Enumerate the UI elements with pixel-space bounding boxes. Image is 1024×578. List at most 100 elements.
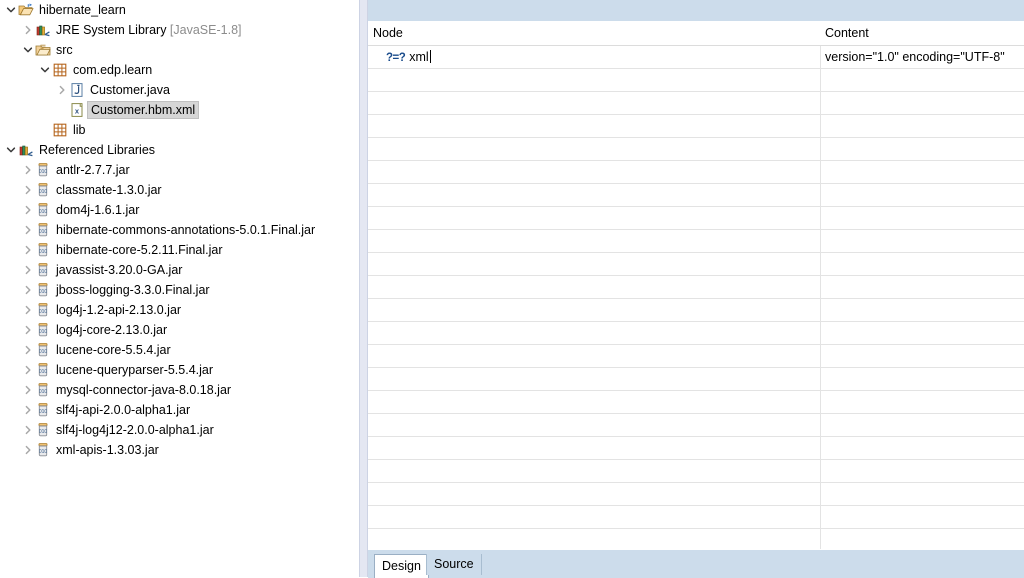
tree-item-dom4j-1-6-1-jar[interactable]: 010 dom4j-1.6.1.jar xyxy=(0,200,358,220)
tree-item-log4j-1-2-api-2-13-0-jar[interactable]: 010 log4j-1.2-api-2.13.0.jar xyxy=(0,300,358,320)
tree-item-referenced-libraries[interactable]: Referenced Libraries xyxy=(0,140,358,160)
tree-item-antlr-2-7-7-jar[interactable]: 010 antlr-2.7.7.jar xyxy=(0,160,358,180)
tree-item-label: lucene-queryparser-5.5.4.jar xyxy=(56,363,214,377)
chevron-right-icon[interactable] xyxy=(21,360,35,380)
jar-icon: 010 xyxy=(35,382,53,398)
table-row-empty[interactable] xyxy=(368,161,1024,184)
table-row-empty[interactable] xyxy=(368,460,1024,483)
chevron-right-icon[interactable] xyxy=(21,260,35,280)
chevron-right-icon[interactable] xyxy=(21,340,35,360)
tree-item-label: hibernate-core-5.2.11.Final.jar xyxy=(56,243,223,257)
chevron-right-icon[interactable] xyxy=(21,300,35,320)
chevron-right-icon[interactable] xyxy=(55,80,69,100)
table-row-empty[interactable] xyxy=(368,115,1024,138)
tree-item-jre-system-library[interactable]: JRE System Library [JavaSE-1.8] xyxy=(0,20,358,40)
tree-item-customer-hbm-xml[interactable]: x Customer.hbm.xml xyxy=(0,100,358,120)
chevron-down-icon[interactable] xyxy=(38,60,52,80)
chevron-right-icon[interactable] xyxy=(21,420,35,440)
table-row-empty[interactable] xyxy=(368,69,1024,92)
chevron-right-icon[interactable] xyxy=(21,320,35,340)
tree-item-com-edp-learn[interactable]: com.edp.learn xyxy=(0,60,358,80)
tree-item-label: Customer.java xyxy=(90,83,170,97)
column-header-node[interactable]: Node xyxy=(373,22,820,45)
tree-item-javassist-3-20-0-ga-jar[interactable]: 010 javassist-3.20.0-GA.jar xyxy=(0,260,358,280)
table-row-empty[interactable] xyxy=(368,253,1024,276)
chevron-right-icon[interactable] xyxy=(21,440,35,460)
svg-text:010: 010 xyxy=(39,229,48,235)
cell-node[interactable]: ?=? xml xyxy=(368,46,821,68)
chevron-down-icon[interactable] xyxy=(21,40,35,60)
chevron-right-icon[interactable] xyxy=(21,380,35,400)
table-row-empty[interactable] xyxy=(368,322,1024,345)
jar-icon: 010 xyxy=(35,162,53,178)
cell-content-empty xyxy=(820,414,1024,436)
chevron-right-icon[interactable] xyxy=(21,220,35,240)
table-row-empty[interactable] xyxy=(368,414,1024,437)
tree-item-label: log4j-1.2-api-2.13.0.jar xyxy=(56,303,182,317)
table-row-empty[interactable] xyxy=(368,207,1024,230)
editor-tab-bar[interactable]: Design Source xyxy=(368,549,1024,578)
chevron-right-icon[interactable] xyxy=(21,160,35,180)
tree-item-slf4j-log4j12-2-0-0-alpha1-jar[interactable]: 010 slf4j-log4j12-2.0.0-alpha1.jar xyxy=(0,420,358,440)
cell-content-empty xyxy=(820,345,1024,367)
tree-item-jboss-logging-3-3-0-final-jar[interactable]: 010 jboss-logging-3.3.0.Final.jar xyxy=(0,280,358,300)
tree-item-lucene-queryparser-5-5-4-jar[interactable]: 010 lucene-queryparser-5.5.4.jar xyxy=(0,360,358,380)
chevron-down-icon[interactable] xyxy=(4,140,18,160)
table-row-empty[interactable] xyxy=(368,391,1024,414)
tree-item-label: slf4j-api-2.0.0-alpha1.jar xyxy=(56,403,191,417)
tree-item-hibernate-commons-annotations-5-0-1-final-jar[interactable]: 010 hibernate-commons-annotations-5.0.1.F… xyxy=(0,220,358,240)
cell-content-empty xyxy=(820,322,1024,344)
tree-item-lucene-core-5-5-4-jar[interactable]: 010 lucene-core-5.5.4.jar xyxy=(0,340,358,360)
tab-source[interactable]: Source xyxy=(426,554,482,575)
tree-item-hibernate-learn[interactable]: hibernate_learn xyxy=(0,0,358,20)
tree-item-suffix: [JavaSE-1.8] xyxy=(166,23,242,37)
chevron-right-icon[interactable] xyxy=(21,200,35,220)
cell-content[interactable]: version="1.0" encoding="UTF-8" xyxy=(820,46,1024,68)
tree-item-classmate-1-3-0-jar[interactable]: 010 classmate-1.3.0.jar xyxy=(0,180,358,200)
table-row[interactable]: ?=? xml version="1.0" encoding="UTF-8" xyxy=(368,46,1024,69)
cell-node-empty xyxy=(368,506,821,528)
package-explorer-tree[interactable]: hibernate_learn JRE System Library [JavaS… xyxy=(0,0,358,577)
tree-item-label: javassist-3.20.0-GA.jar xyxy=(56,263,183,277)
table-row-empty[interactable] xyxy=(368,299,1024,322)
tab-design[interactable]: Design xyxy=(374,554,429,578)
tree-item-hibernate-core-5-2-11-final-jar[interactable]: 010 hibernate-core-5.2.11.Final.jar xyxy=(0,240,358,260)
tree-item-label: antlr-2.7.7.jar xyxy=(56,163,130,177)
cell-content-empty xyxy=(820,207,1024,229)
tree-item-log4j-core-2-13-0-jar[interactable]: 010 log4j-core-2.13.0.jar xyxy=(0,320,358,340)
tree-item-mysql-connector-java-8-0-18-jar[interactable]: 010 mysql-connector-java-8.0.18.jar xyxy=(0,380,358,400)
column-header-content[interactable]: Content xyxy=(825,22,1024,45)
table-row-empty[interactable] xyxy=(368,483,1024,506)
chevron-right-icon[interactable] xyxy=(21,280,35,300)
panel-splitter[interactable] xyxy=(358,0,368,577)
table-row-empty[interactable] xyxy=(368,437,1024,460)
table-row-empty[interactable] xyxy=(368,230,1024,253)
xml-node-table[interactable]: Node Content ?=? xml version="1.0" encodin… xyxy=(368,22,1024,575)
table-row-empty[interactable] xyxy=(368,506,1024,529)
tree-item-slf4j-api-2-0-0-alpha1-jar[interactable]: 010 slf4j-api-2.0.0-alpha1.jar xyxy=(0,400,358,420)
tree-item-src[interactable]: src xyxy=(0,40,358,60)
tree-item-label: mysql-connector-java-8.0.18.jar xyxy=(56,383,232,397)
chevron-right-icon[interactable] xyxy=(21,240,35,260)
svg-text:010: 010 xyxy=(39,209,48,215)
panel-splitter-bar[interactable] xyxy=(359,0,368,577)
tree-item-customer-java[interactable]: Customer.java xyxy=(0,80,358,100)
chevron-down-icon[interactable] xyxy=(4,0,18,20)
tree-item-lib[interactable]: lib xyxy=(0,120,358,140)
tree-item-label: src xyxy=(56,43,73,57)
table-row-empty[interactable] xyxy=(368,138,1024,161)
tree-item-label: log4j-core-2.13.0.jar xyxy=(56,323,168,337)
table-row-empty[interactable] xyxy=(368,276,1024,299)
table-body[interactable]: ?=? xml version="1.0" encoding="UTF-8" xyxy=(368,46,1024,575)
table-row-empty[interactable] xyxy=(368,184,1024,207)
chevron-right-icon[interactable] xyxy=(21,20,35,40)
tree-item-xml-apis-1-3-03-jar[interactable]: 010 xml-apis-1.3.03.jar xyxy=(0,440,358,460)
table-row-empty[interactable] xyxy=(368,345,1024,368)
source-folder-icon xyxy=(35,42,53,58)
jar-icon: 010 xyxy=(35,422,53,438)
chevron-right-icon[interactable] xyxy=(21,180,35,200)
table-row-empty[interactable] xyxy=(368,368,1024,391)
table-row-empty[interactable] xyxy=(368,92,1024,115)
svg-text:010: 010 xyxy=(39,249,48,255)
chevron-right-icon[interactable] xyxy=(21,400,35,420)
